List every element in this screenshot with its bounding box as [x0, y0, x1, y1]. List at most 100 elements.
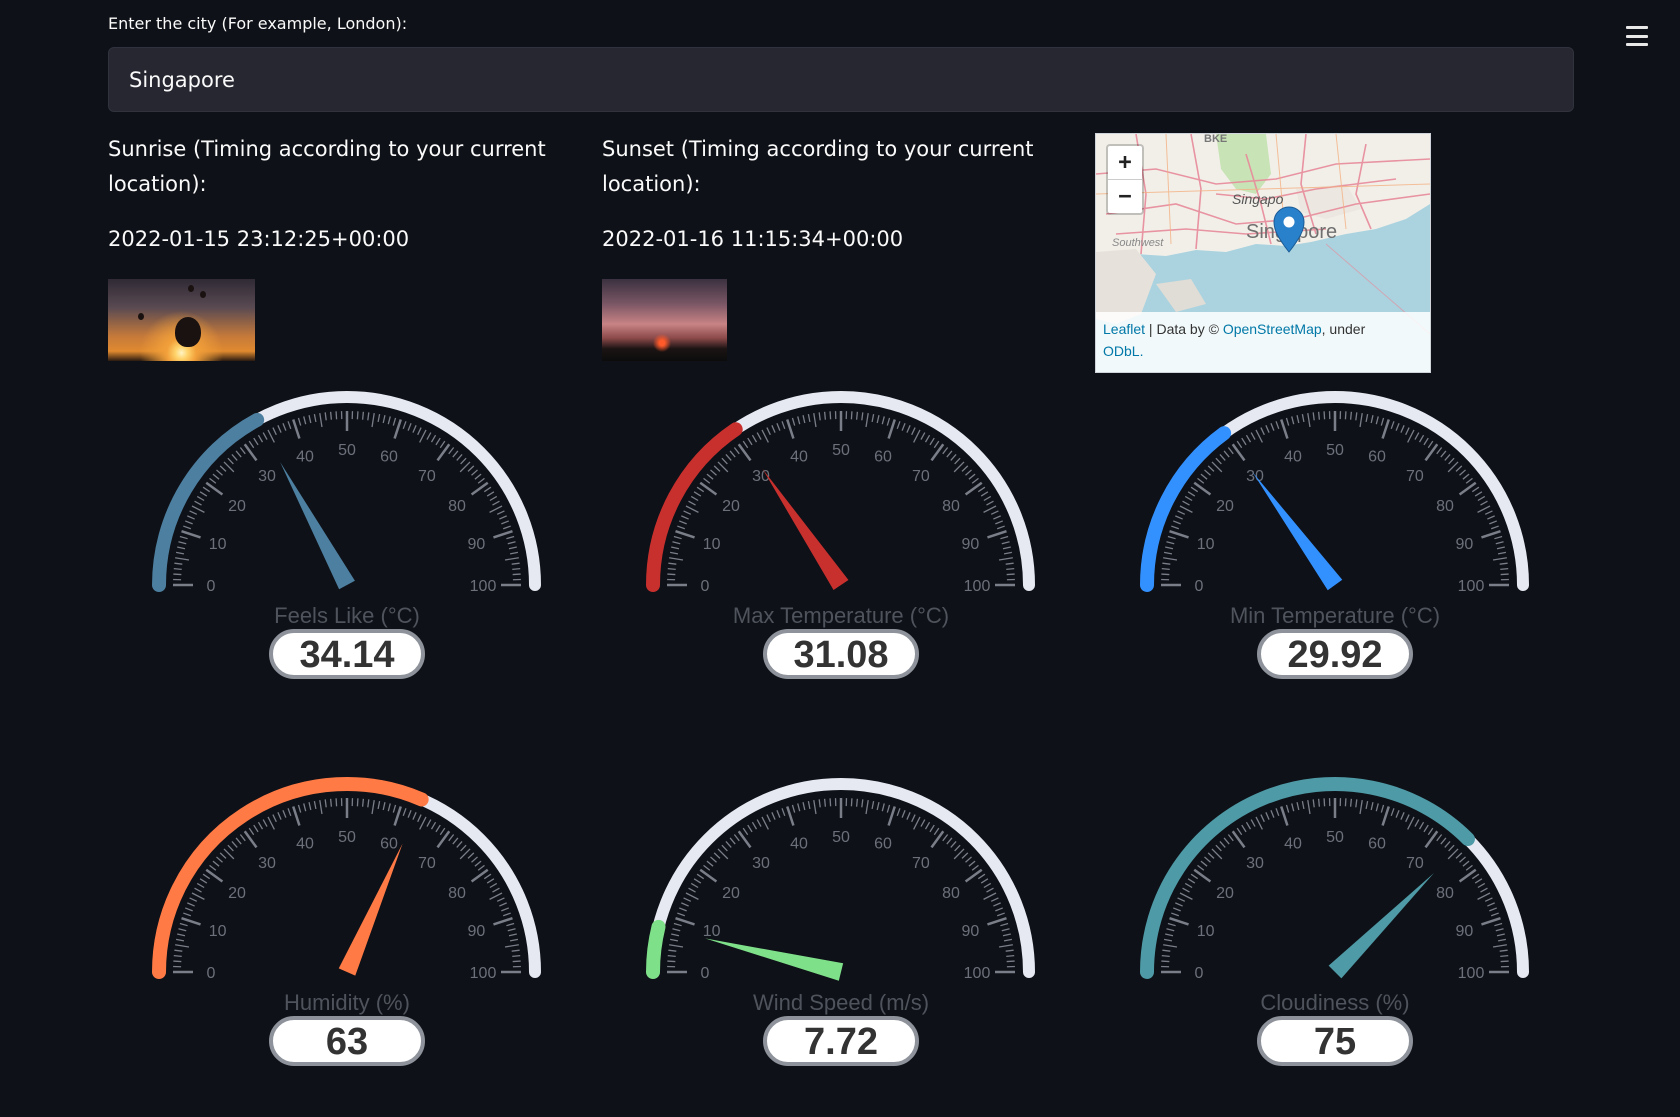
gauge-tick: [669, 938, 679, 942]
gauge-tick: [382, 415, 386, 424]
gauge-tick: [501, 907, 510, 912]
gauge-tick: [329, 798, 333, 807]
gauge-tick: [886, 417, 891, 426]
gauge-tick: [467, 852, 475, 859]
gauge-tick: [1495, 541, 1504, 545]
gauge-tick: [1455, 465, 1463, 472]
gauge-tick: [1172, 520, 1181, 525]
city-input[interactable]: Singapore: [108, 47, 1574, 112]
gauge-tick: [983, 495, 992, 502]
gauge-tick: [685, 892, 699, 900]
gauge-tick: [681, 902, 689, 907]
gauge-tick: [710, 469, 717, 476]
sunset-time: 2022-01-16 11:15:34+00:00: [602, 227, 904, 251]
gauge-tick: [896, 808, 901, 817]
gauge-tick: [262, 819, 268, 827]
gauge-tick: [1265, 425, 1270, 433]
sunset-label: Sunset (Timing according to your current…: [602, 137, 1034, 196]
gauge-tick: [456, 454, 463, 461]
gauge-tick: [173, 573, 182, 576]
gauge-tick: [807, 413, 811, 423]
gauge-tick: [1427, 440, 1434, 449]
gauge-tick: [942, 447, 949, 455]
gauge-tick: [913, 816, 921, 830]
gauge-tick: [1006, 954, 1015, 958]
sunrise-time: 2022-01-15 23:12:25+00:00: [108, 227, 410, 251]
gauge-needle: [280, 462, 355, 590]
gauge-tick: [377, 413, 381, 423]
gauge-tick: [1172, 907, 1181, 912]
gauge-tick: [196, 495, 205, 502]
gauge-tick: [1494, 922, 1503, 927]
gauge-tick: [393, 419, 402, 439]
gauge-tick: [282, 809, 287, 818]
gauge-tick-label: 100: [470, 965, 497, 982]
gauge-tick: [202, 873, 211, 880]
gauge-title: Min Temperature (°C): [1230, 603, 1440, 628]
city-input-label: Enter the city (For example, London):: [108, 14, 408, 33]
gauge-tick: [452, 450, 459, 458]
location-map[interactable]: BKE Singapo Singapore Southwest + − Leaf…: [1095, 133, 1431, 373]
gauge-tick: [930, 443, 945, 462]
gauge-needle: [705, 938, 844, 981]
gauge-tick: [430, 434, 437, 443]
gauge-tick: [1481, 530, 1501, 539]
gauge-tick-label: 100: [1458, 578, 1485, 595]
gauge-tick: [257, 434, 264, 443]
gauge-tick: [703, 477, 711, 484]
gauge-tick: [435, 824, 441, 833]
gauge-tick: [742, 827, 749, 836]
gauge-tick: [1440, 837, 1447, 845]
gauge-tick: [175, 557, 190, 561]
gauge-tick: [272, 814, 277, 823]
gauge-tick: [1165, 546, 1174, 550]
gauge-tick: [470, 868, 489, 883]
gauge-tick: [356, 411, 359, 420]
gauge-tick: [1280, 806, 1289, 826]
gauge-tick: [1270, 422, 1275, 431]
gauge-tick: [426, 432, 432, 440]
gauge-tick: [1500, 960, 1509, 963]
gauge-tick: [987, 917, 1007, 926]
gauge-tick-label: 50: [1326, 442, 1344, 459]
gauge-tick: [1207, 465, 1215, 472]
leaflet-link[interactable]: Leaflet: [1103, 321, 1145, 337]
gauge-tick: [1344, 798, 1347, 807]
gauge-tick: [189, 510, 198, 515]
gauge-tick: [855, 411, 859, 420]
gauge-tick: [737, 443, 752, 462]
gauge-tick: [1236, 440, 1243, 449]
gauge-tick-label: 70: [418, 468, 436, 485]
zoom-in-button[interactable]: +: [1108, 146, 1142, 179]
gauge-tick-label: 90: [467, 923, 485, 940]
gauge-tick: [901, 422, 906, 431]
gauge-tick-label: 60: [874, 836, 892, 853]
gauge-title: Cloudiness (%): [1260, 990, 1409, 1015]
gauge-tick: [1370, 802, 1374, 811]
gauge-tick: [512, 567, 521, 571]
openstreetmap-link[interactable]: OpenStreetMap: [1223, 321, 1322, 337]
gauge-tick: [1169, 917, 1189, 926]
gauge-tick: [896, 421, 901, 430]
gauge-tick-label: 30: [258, 855, 276, 872]
gauge-tick: [1459, 469, 1466, 476]
gauge-tick: [733, 447, 740, 455]
zoom-out-button[interactable]: −: [1108, 179, 1142, 213]
hamburger-menu-icon[interactable]: [1626, 26, 1648, 46]
gauge-tick: [448, 834, 455, 842]
gauge-tick-label: 0: [207, 578, 216, 595]
gauge-tick: [297, 417, 302, 426]
gauge-tick: [1187, 491, 1196, 497]
gauge-tick: [1280, 419, 1289, 439]
gauge-tick: [886, 804, 891, 813]
gauge-tick: [1375, 416, 1379, 425]
gauge-tick-label: 20: [722, 885, 740, 902]
gauge-tick: [439, 827, 446, 836]
gauge-tick-label: 0: [701, 578, 710, 595]
odbl-link[interactable]: ODbL.: [1103, 343, 1143, 359]
gauge-tick: [1317, 411, 1321, 420]
gauge-tick: [1489, 520, 1498, 525]
gauge-tick: [1296, 415, 1300, 424]
gauge-tick: [483, 486, 492, 493]
gauge-tick: [174, 562, 183, 565]
